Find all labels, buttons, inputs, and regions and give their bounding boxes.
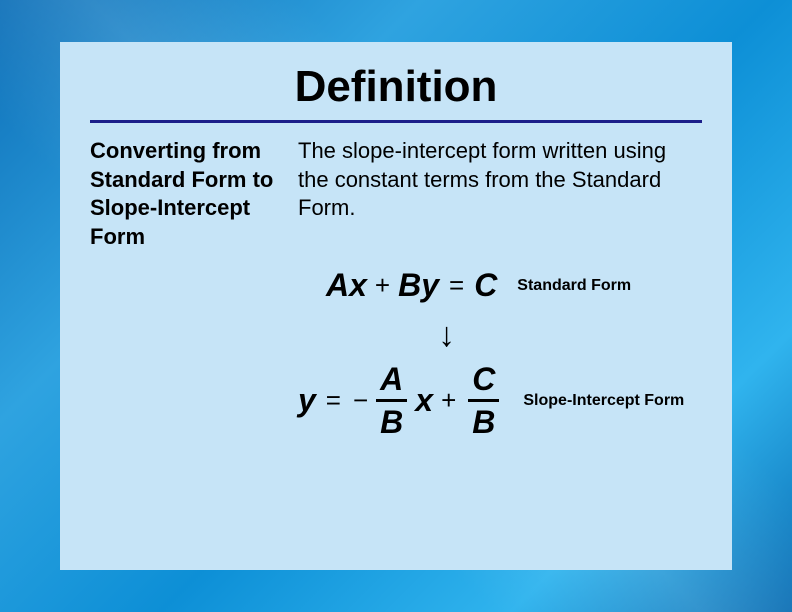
frac-den-B: B — [376, 406, 407, 438]
slope-intercept-equation: y = − A B x + C B — [298, 363, 503, 438]
plus-op: + — [441, 385, 456, 416]
var-C: C — [474, 267, 497, 304]
title-divider — [90, 120, 702, 123]
var-A: A — [326, 267, 349, 304]
standard-form-label-text: Standard Form — [517, 276, 631, 295]
equations-block: Ax + By = C Standard Form ↓ y — [298, 267, 702, 438]
neg-op: − — [353, 385, 368, 416]
frac-den-B: B — [468, 406, 499, 438]
var-y: y — [298, 382, 316, 419]
equals-op: = — [449, 270, 464, 301]
equals-op: = — [326, 385, 341, 416]
var-x: x — [349, 267, 367, 304]
frac-num-C: C — [468, 363, 499, 395]
var-x: x — [415, 382, 433, 419]
content-right: The slope-intercept form written using t… — [298, 137, 702, 438]
fraction-bar — [468, 399, 499, 402]
card-title: Definition — [90, 62, 702, 112]
topic-heading: Converting from Standard Form to Slope-I… — [90, 137, 280, 438]
slope-intercept-label-text: Slope-Intercept Form — [523, 391, 684, 410]
down-arrow-icon: ↓ — [438, 316, 455, 354]
fraction-bar — [376, 399, 407, 402]
standard-form-equation: Ax + By = C — [326, 267, 497, 304]
arrow-row: ↓ — [298, 316, 702, 355]
content-columns: Converting from Standard Form to Slope-I… — [90, 137, 702, 438]
standard-form-row: Ax + By = C Standard Form — [298, 267, 702, 304]
var-y: y — [421, 267, 439, 304]
definition-card: Definition Converting from Standard Form… — [60, 42, 732, 570]
var-B: B — [398, 267, 421, 304]
description-text: The slope-intercept form written using t… — [298, 137, 702, 223]
slope-intercept-label: Slope-Intercept Form — [523, 391, 684, 410]
frac-num-A: A — [376, 363, 407, 395]
slope-intercept-row: y = − A B x + C B — [298, 363, 702, 438]
plus-op: + — [375, 270, 390, 301]
fraction-A-over-B: A B — [376, 363, 407, 438]
standard-form-label: Standard Form — [517, 276, 631, 295]
fraction-C-over-B: C B — [468, 363, 499, 438]
